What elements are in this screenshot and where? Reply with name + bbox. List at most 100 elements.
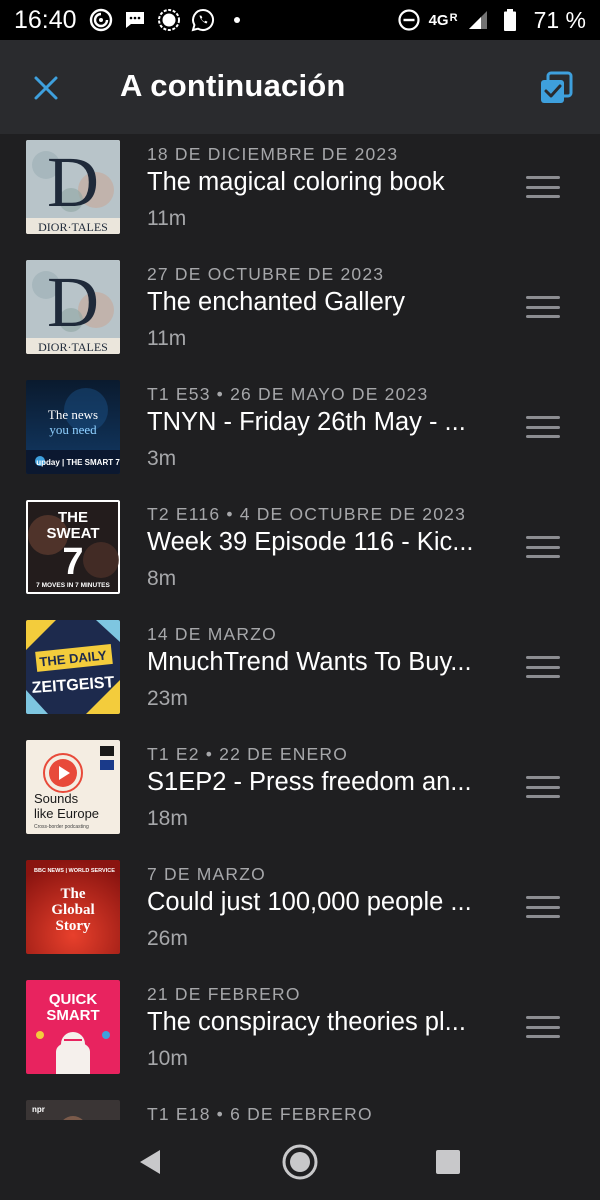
cell-signal-icon — [466, 8, 490, 32]
battery-icon — [498, 8, 522, 32]
svg-text:like Europe: like Europe — [34, 806, 99, 821]
whatsapp-icon — [191, 8, 215, 32]
svg-text:SMART: SMART — [46, 1007, 99, 1024]
signal-icon — [157, 8, 181, 32]
list-item[interactable]: The news you need upday | THE SMART 7 T1… — [0, 374, 600, 494]
list-item[interactable]: QUICK SMART 21 DE FEBRERO The conspiracy… — [0, 974, 600, 1094]
podcast-artwork: npr — [26, 1100, 120, 1120]
drag-handle-icon[interactable] — [522, 772, 564, 802]
drag-handle-icon[interactable] — [522, 652, 564, 682]
multi-select-icon — [538, 70, 574, 106]
system-nav-bar — [0, 1120, 600, 1200]
episode-duration: 11m — [147, 327, 187, 350]
episode-duration: 11m — [147, 207, 187, 230]
podcast-artwork: THE DAILY ZEITGEIST — [26, 620, 120, 714]
svg-text:THE: THE — [58, 509, 88, 526]
episode-title: Week 39 Episode 116 - Kic... — [147, 528, 474, 556]
list-item[interactable]: D DIOR·TALES 27 DE OCTUBRE DE 2023 The e… — [0, 254, 600, 374]
podcast-artwork: D DIOR·TALES — [26, 140, 120, 234]
episode-meta: 27 DE OCTUBRE DE 2023 — [147, 264, 385, 284]
episode-meta: T2 E116 • 4 DE OCTUBRE DE 2023 — [147, 504, 466, 524]
drag-handle-icon[interactable] — [522, 1012, 564, 1042]
svg-text:7: 7 — [62, 541, 83, 583]
episode-meta: 18 DE DICIEMBRE DE 2023 — [147, 144, 399, 164]
episode-meta: 14 DE MARZO — [147, 624, 277, 644]
svg-text:BBC NEWS | WORLD SERVICE: BBC NEWS | WORLD SERVICE — [34, 868, 115, 874]
list-item[interactable]: npr T1 E18 • 6 DE FEBRERO — [0, 1094, 600, 1120]
list-item[interactable]: Sounds like Europe Cross-border podcasti… — [0, 734, 600, 854]
recents-square-icon — [435, 1149, 461, 1175]
svg-text:QUICK: QUICK — [49, 991, 98, 1008]
episode-title: TNYN - Friday 26th May - ... — [147, 408, 466, 436]
recents-button[interactable] — [426, 1140, 470, 1184]
episode-meta: T1 E18 • 6 DE FEBRERO — [147, 1104, 373, 1120]
up-next-list[interactable]: D DIOR·TALES 18 DE DICIEMBRE DE 2023 The… — [0, 134, 600, 1120]
svg-text:you need: you need — [49, 422, 97, 437]
home-button[interactable] — [278, 1140, 322, 1184]
list-item[interactable]: BBC NEWS | WORLD SERVICE The Global Stor… — [0, 854, 600, 974]
back-button[interactable] — [128, 1140, 172, 1184]
episode-title: The conspiracy theories pl... — [147, 1008, 466, 1036]
podcast-artwork: The news you need upday | THE SMART 7 — [26, 380, 120, 474]
dot-icon — [225, 8, 249, 32]
app-bar: A continuación — [0, 40, 600, 134]
episode-title: S1EP2 - Press freedom an... — [147, 768, 472, 796]
drag-handle-icon[interactable] — [522, 892, 564, 922]
svg-text:Story: Story — [56, 918, 91, 934]
episode-title: MnuchTrend Wants To Buy... — [147, 648, 472, 676]
list-item[interactable]: THE SWEAT 7 7 MOVES IN 7 MINUTES T2 E116… — [0, 494, 600, 614]
status-bar: 16:40 4G R 71 % — [0, 0, 600, 40]
svg-text:The: The — [60, 886, 85, 902]
episode-meta: 21 DE FEBRERO — [147, 984, 301, 1004]
network-type: 4G R — [428, 11, 458, 29]
status-time: 16:40 — [14, 5, 77, 34]
drag-handle-icon[interactable] — [522, 412, 564, 442]
podcast-artwork: D DIOR·TALES — [26, 260, 120, 354]
svg-text:Sounds: Sounds — [34, 791, 79, 806]
svg-text:D: D — [47, 262, 99, 342]
svg-text:The news: The news — [48, 407, 98, 422]
svg-text:npr: npr — [32, 1105, 45, 1114]
list-item[interactable]: D DIOR·TALES 18 DE DICIEMBRE DE 2023 The… — [0, 134, 600, 254]
podcast-artwork: Sounds like Europe Cross-border podcasti… — [26, 740, 120, 834]
messages-icon — [123, 8, 147, 32]
pocketcasts-icon — [89, 8, 113, 32]
back-triangle-icon — [136, 1147, 164, 1177]
multi-select-button[interactable] — [532, 64, 580, 112]
episode-meta: T1 E53 • 26 DE MAYO DE 2023 — [147, 384, 429, 404]
episode-meta: 7 DE MARZO — [147, 864, 266, 884]
podcast-artwork: BBC NEWS | WORLD SERVICE The Global Stor… — [26, 860, 120, 954]
drag-handle-icon[interactable] — [522, 172, 564, 202]
svg-text:SWEAT: SWEAT — [46, 525, 99, 542]
episode-title: The enchanted Gallery — [147, 288, 405, 316]
svg-text:DIOR·TALES: DIOR·TALES — [38, 220, 108, 234]
podcast-artwork: QUICK SMART — [26, 980, 120, 1074]
svg-text:7 MOVES IN 7 MINUTES: 7 MOVES IN 7 MINUTES — [36, 582, 110, 589]
episode-duration: 8m — [147, 567, 177, 590]
home-circle-icon — [280, 1142, 320, 1182]
close-button[interactable] — [22, 64, 70, 112]
episode-duration: 23m — [147, 687, 188, 710]
episode-duration: 3m — [147, 447, 177, 470]
episode-duration: 18m — [147, 807, 188, 830]
episode-title: Could just 100,000 people ... — [147, 888, 472, 916]
page-title: A continuación — [120, 68, 346, 103]
drag-handle-icon[interactable] — [522, 292, 564, 322]
svg-text:DIOR·TALES: DIOR·TALES — [38, 340, 108, 354]
episode-title: The magical coloring book — [147, 168, 445, 196]
list-item[interactable]: THE DAILY ZEITGEIST 14 DE MARZO MnuchTre… — [0, 614, 600, 734]
svg-text:Global: Global — [51, 902, 94, 918]
svg-text:Cross-border podcasting: Cross-border podcasting — [34, 824, 89, 830]
drag-handle-icon[interactable] — [522, 532, 564, 562]
dnd-icon — [397, 8, 421, 32]
podcast-artwork: THE SWEAT 7 7 MOVES IN 7 MINUTES — [26, 500, 120, 594]
episode-meta: T1 E2 • 22 DE ENERO — [147, 744, 349, 764]
notification-icons — [89, 8, 249, 32]
battery-percent: 71 % — [533, 6, 586, 33]
svg-text:upday | THE SMART 7: upday | THE SMART 7 — [36, 458, 120, 467]
episode-duration: 26m — [147, 927, 188, 950]
close-icon — [32, 74, 60, 102]
system-status: 4G R 71 % — [397, 7, 586, 34]
episode-duration: 10m — [147, 1047, 188, 1070]
svg-text:D: D — [47, 142, 99, 222]
